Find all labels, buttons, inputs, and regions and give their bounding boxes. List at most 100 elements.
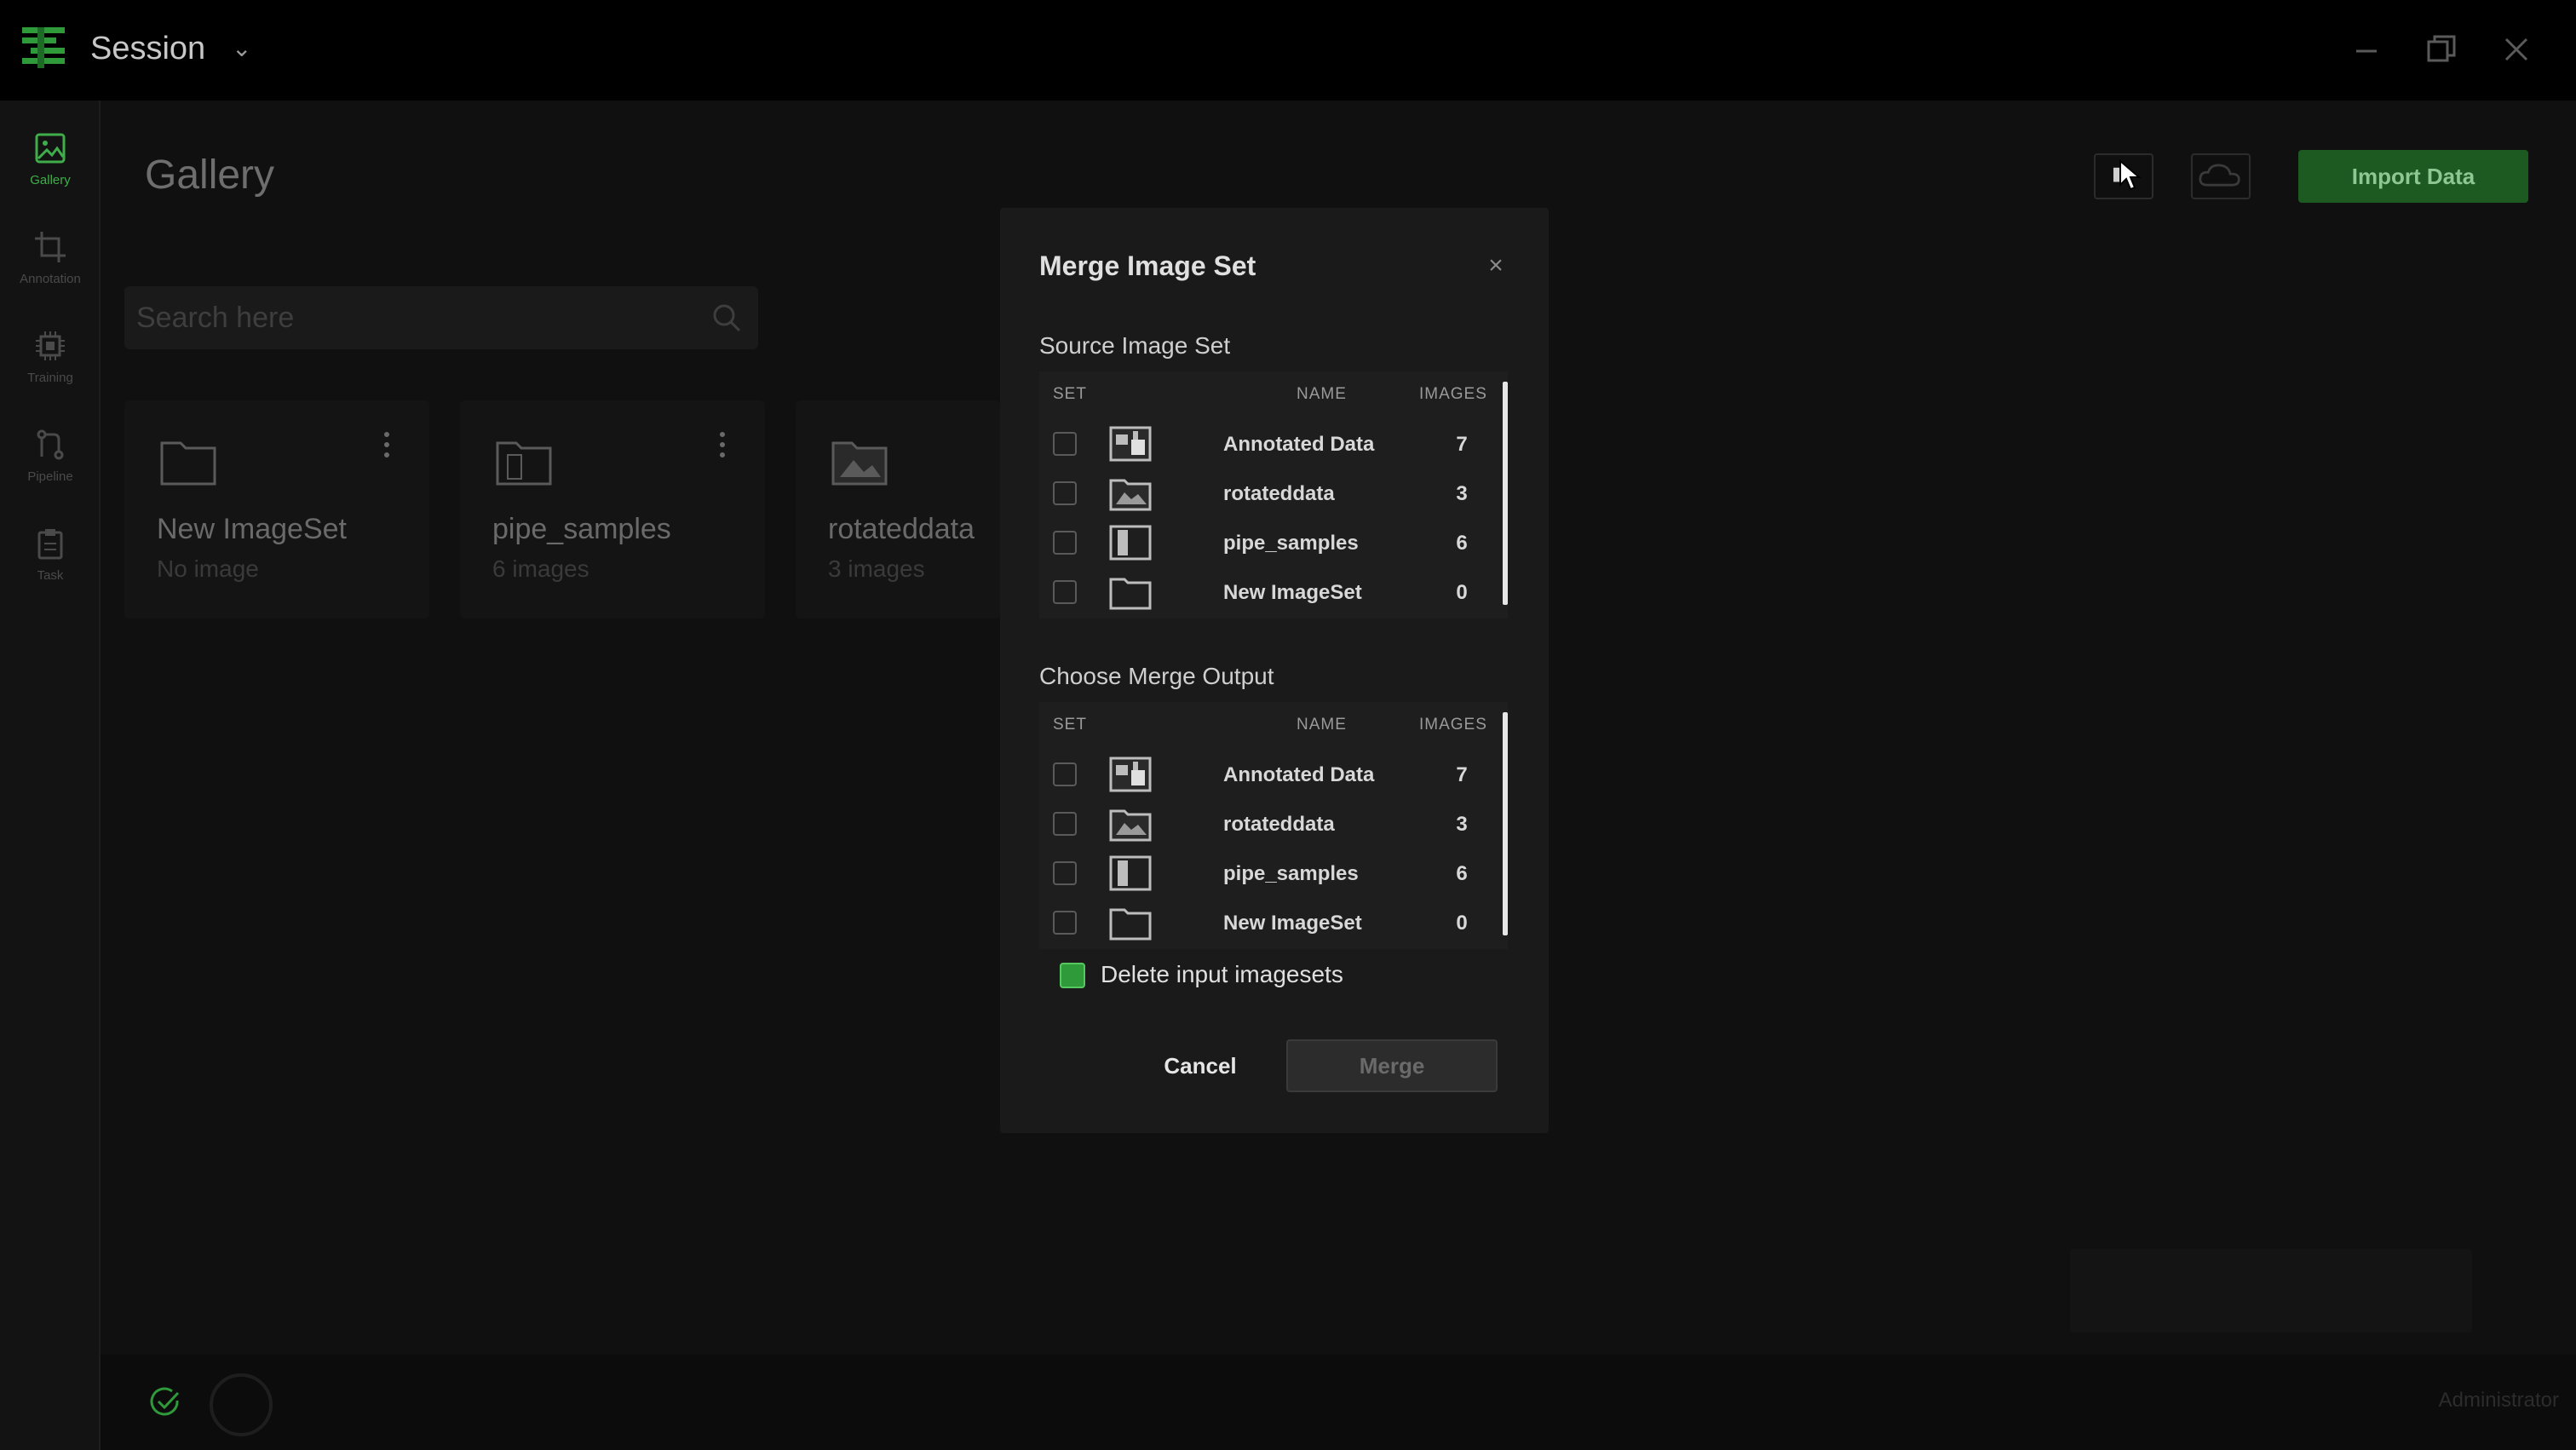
image-folder-icon (831, 441, 888, 486)
restore-icon (2427, 35, 2456, 62)
image-folder-icon (1109, 809, 1152, 842)
column-header-name: NAME (1297, 385, 1347, 403)
notification-panel (2070, 1249, 2472, 1332)
cloud-button[interactable] (2191, 153, 2251, 199)
sidebar-item-label: Task (37, 568, 64, 583)
annotated-folder-icon (1109, 426, 1152, 462)
set-image-count: 6 (1456, 532, 1468, 555)
document-folder-icon (496, 441, 552, 486)
delete-input-label: Delete input imagesets (1101, 961, 1343, 987)
set-image-count: 0 (1456, 912, 1468, 935)
row-checkbox[interactable] (1053, 432, 1077, 456)
status-bar: Administrator (101, 1355, 2576, 1450)
row-checkbox[interactable] (1053, 861, 1077, 885)
user-name: Administrator (2438, 1389, 2559, 1412)
close-icon[interactable]: × (1481, 250, 1511, 281)
cancel-button[interactable]: Cancel (1119, 1039, 1281, 1092)
delete-input-checkbox[interactable] (1060, 963, 1085, 988)
row-checkbox[interactable] (1053, 911, 1077, 935)
imageset-name: New ImageSet (157, 513, 347, 545)
minimize-icon (2356, 49, 2377, 53)
set-name: rotateddata (1223, 813, 1335, 836)
set-image-count: 0 (1456, 581, 1468, 604)
cloud-icon (2199, 164, 2240, 187)
search-icon[interactable] (710, 302, 743, 334)
row-checkbox[interactable] (1053, 481, 1077, 505)
sidebar-item-annotation[interactable]: Annotation (0, 222, 101, 315)
imageset-card[interactable]: New ImageSet No image (124, 400, 429, 619)
row-checkbox[interactable] (1053, 812, 1077, 836)
column-header-images: IMAGES (1419, 716, 1487, 734)
crop-icon (35, 232, 66, 262)
dialog-title: Merge Image Set (1039, 250, 1256, 281)
row-checkbox[interactable] (1053, 531, 1077, 555)
sidebar-item-training[interactable]: Training (0, 320, 101, 414)
row-checkbox[interactable] (1053, 762, 1077, 786)
page-title: Gallery (145, 152, 275, 198)
set-name: Annotated Data (1223, 433, 1375, 456)
app-logo-icon (22, 27, 65, 68)
minimize-button[interactable] (2343, 26, 2390, 73)
merge-imageset-dialog: Merge Image Set × Source Image Set SET N… (1000, 208, 1549, 1133)
annotated-folder-icon (1109, 757, 1152, 792)
table-row[interactable]: rotateddata 3 (1039, 469, 1499, 518)
set-image-count: 3 (1456, 482, 1468, 505)
set-image-count: 3 (1456, 813, 1468, 836)
column-header-images: IMAGES (1419, 385, 1487, 403)
chevron-down-icon[interactable]: ⌄ (232, 34, 251, 62)
scrollbar[interactable] (1503, 712, 1508, 935)
sidebar: Gallery Annotation Training Pipeline Tas… (0, 101, 101, 1450)
table-row[interactable]: pipe_samples 6 (1039, 849, 1499, 898)
kebab-menu-icon[interactable] (378, 428, 395, 462)
imageset-card[interactable]: pipe_samples 6 images (460, 400, 765, 619)
table-row[interactable]: rotateddata 3 (1039, 799, 1499, 849)
imageset-count: 6 images (492, 555, 589, 582)
set-name: New ImageSet (1223, 912, 1362, 935)
sidebar-item-task[interactable]: Task (0, 518, 101, 612)
pipeline-icon (37, 429, 64, 460)
column-header-name: NAME (1297, 716, 1347, 734)
empty-folder-icon (1109, 908, 1152, 941)
merge-button[interactable]: Merge (1286, 1039, 1498, 1092)
imageset-count: No image (157, 555, 259, 582)
set-name: rotateddata (1223, 482, 1335, 505)
sidebar-item-gallery[interactable]: Gallery (0, 123, 101, 216)
clipboard-icon (37, 529, 63, 560)
chip-icon (36, 331, 65, 360)
table-row[interactable]: Annotated Data 7 (1039, 750, 1499, 799)
table-row[interactable]: New ImageSet 0 (1039, 567, 1499, 617)
sidebar-item-label: Pipeline (27, 469, 73, 484)
set-name: Annotated Data (1223, 763, 1375, 786)
loading-spinner (210, 1373, 273, 1436)
close-window-button[interactable] (2493, 26, 2540, 73)
column-header-set: SET (1053, 716, 1087, 734)
document-folder-icon (1109, 525, 1152, 561)
column-header-set: SET (1053, 385, 1087, 403)
sidebar-item-pipeline[interactable]: Pipeline (0, 419, 101, 513)
table-row[interactable]: Annotated Data 7 (1039, 419, 1499, 469)
set-name: pipe_samples (1223, 862, 1359, 885)
restore-button[interactable] (2418, 26, 2465, 73)
kebab-menu-icon[interactable] (714, 428, 731, 462)
set-name: New ImageSet (1223, 581, 1362, 604)
title-bar: Session ⌄ (0, 0, 2576, 101)
imageset-card[interactable]: rotateddata 3 images (796, 400, 1000, 619)
row-checkbox[interactable] (1053, 580, 1077, 604)
imageset-count: 3 images (828, 555, 925, 582)
search-input[interactable] (136, 296, 681, 339)
sidebar-item-label: Gallery (30, 173, 71, 187)
set-image-count: 7 (1456, 433, 1468, 456)
mouse-cursor-icon (2119, 158, 2142, 191)
table-row[interactable]: New ImageSet 0 (1039, 898, 1499, 947)
imageset-name: pipe_samples (492, 513, 671, 545)
import-data-button[interactable]: Import Data (2298, 150, 2528, 203)
scrollbar[interactable] (1503, 382, 1508, 605)
document-folder-icon (1109, 855, 1152, 891)
search-box (124, 286, 758, 349)
image-folder-icon (1109, 479, 1152, 511)
table-row[interactable]: pipe_samples 6 (1039, 518, 1499, 567)
imageset-name: rotateddata (828, 513, 975, 545)
session-title[interactable]: Session (90, 31, 205, 67)
set-name: pipe_samples (1223, 532, 1359, 555)
folder-icon (160, 441, 216, 486)
